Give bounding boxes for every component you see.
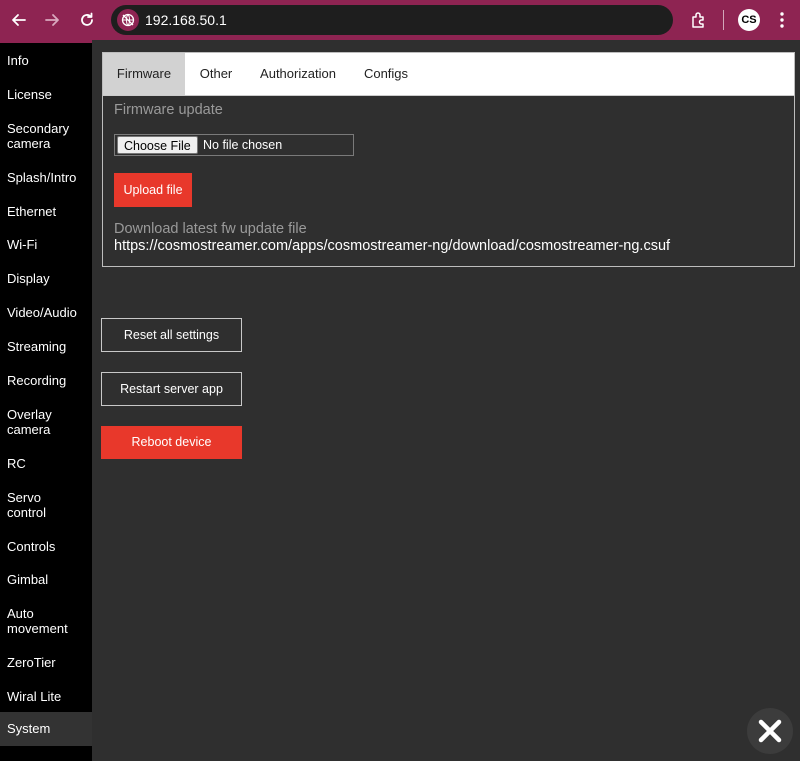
sidebar-item-streaming[interactable]: Streaming: [0, 339, 92, 354]
download-heading: Download latest fw update file: [114, 221, 307, 237]
sidebar-item-secondary-camera[interactable]: Secondary camera: [0, 121, 86, 151]
forward-arrow-icon[interactable]: [40, 8, 64, 32]
choose-file-button[interactable]: Choose File: [117, 136, 198, 154]
tab-authorization[interactable]: Authorization: [247, 53, 349, 95]
sidebar-item-splash-intro[interactable]: Splash/Intro: [0, 170, 92, 185]
close-icon[interactable]: [747, 708, 793, 754]
reboot-device-button[interactable]: Reboot device: [101, 426, 242, 459]
extensions-icon[interactable]: [687, 8, 711, 32]
firmware-panel: Firmware Other Authorization Configs Fir…: [102, 52, 795, 267]
sidebar-item-ethernet[interactable]: Ethernet: [0, 204, 92, 219]
sidebar-item-servo-control[interactable]: Servo control: [0, 490, 60, 520]
sidebar-item-wiral-lite[interactable]: Wiral Lite: [0, 689, 92, 704]
sidebar-nav: Info License Secondary camera Splash/Int…: [0, 40, 92, 761]
toolbar-divider: [723, 10, 724, 30]
sidebar-item-recording[interactable]: Recording: [0, 373, 92, 388]
more-menu-icon[interactable]: [770, 8, 794, 32]
site-info-icon[interactable]: [117, 9, 139, 31]
tab-other[interactable]: Other: [185, 53, 247, 95]
firmware-file-input[interactable]: Choose File No file chosen: [114, 134, 354, 156]
reset-all-settings-button[interactable]: Reset all settings: [101, 318, 242, 352]
sidebar-item-zerotier[interactable]: ZeroTier: [0, 655, 92, 670]
profile-avatar[interactable]: CS: [738, 9, 760, 31]
sidebar-item-gimbal[interactable]: Gimbal: [0, 572, 92, 587]
sidebar-item-controls[interactable]: Controls: [0, 539, 92, 554]
sidebar-item-video-audio[interactable]: Video/Audio: [0, 305, 92, 320]
sidebar-item-license[interactable]: License: [0, 87, 92, 102]
tab-bar: Firmware Other Authorization Configs: [103, 53, 794, 96]
address-bar[interactable]: 192.168.50.1: [111, 5, 673, 35]
sidebar-item-display[interactable]: Display: [0, 271, 92, 286]
sidebar-item-system[interactable]: System: [0, 712, 92, 746]
firmware-update-heading: Firmware update: [114, 102, 223, 118]
sidebar-item-rc[interactable]: RC: [0, 456, 92, 471]
sidebar-item-info[interactable]: Info: [0, 53, 92, 68]
sidebar-item-auto-movement[interactable]: Auto movement: [0, 606, 80, 636]
upload-file-button[interactable]: Upload file: [114, 173, 192, 207]
sidebar-item-overlay-camera[interactable]: Overlay camera: [0, 407, 70, 437]
tab-configs[interactable]: Configs: [349, 53, 423, 95]
tab-firmware[interactable]: Firmware: [103, 53, 185, 95]
main-content: Firmware Other Authorization Configs Fir…: [92, 40, 800, 761]
back-arrow-icon[interactable]: [7, 8, 31, 32]
reload-icon[interactable]: [75, 8, 99, 32]
address-text: 192.168.50.1: [145, 12, 227, 28]
sidebar-item-wifi[interactable]: Wi-Fi: [0, 237, 92, 252]
browser-toolbar: 192.168.50.1 CS: [0, 0, 800, 40]
firmware-download-url[interactable]: https://cosmostreamer.com/apps/cosmostre…: [114, 238, 670, 254]
file-status-text: No file chosen: [203, 138, 283, 152]
restart-server-app-button[interactable]: Restart server app: [101, 372, 242, 406]
